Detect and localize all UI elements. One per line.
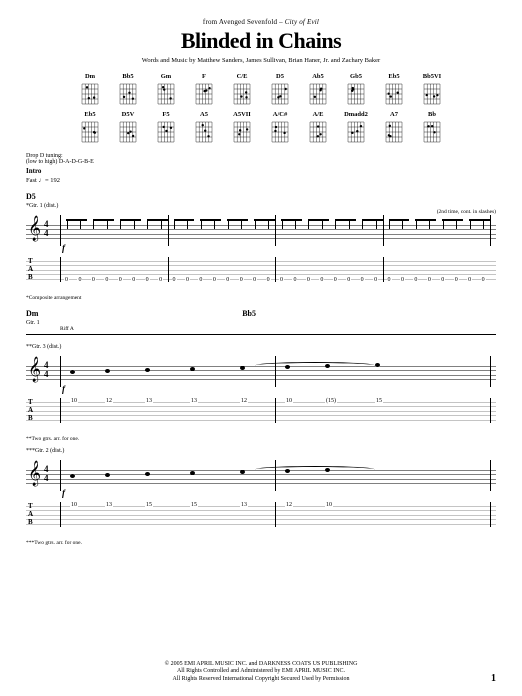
chord-diagram: Dm — [76, 73, 104, 107]
performance-note: (2nd time, cont. in slashes) — [437, 209, 496, 215]
tuning-info: Drop D tuning: (low to high) D-A-D-G-B-E — [26, 153, 496, 165]
notation-staff-2: 𝄞 44 f — [26, 352, 496, 392]
tablature-2: TAB 101213131210(15)15 — [26, 394, 496, 428]
chord-diagram: D5 — [266, 73, 294, 107]
gtr1-label: Gtr. 1 — [26, 320, 496, 326]
dynamic-marking: f — [62, 243, 65, 253]
chord-diagram: A5 — [190, 111, 218, 145]
time-signature: 44 — [44, 361, 49, 379]
copyright: © 2005 EMI APRIL MUSIC INC. and DARKNESS… — [0, 661, 522, 684]
chord-diagram: F — [190, 73, 218, 107]
chord-diagram: Bb5 — [114, 73, 142, 107]
chord-diagram: Bb5VI — [418, 73, 446, 107]
chord-diagram: Eb5 — [380, 73, 408, 107]
sheet-music-page: from Avenged Sevenfold – City of Evil Bl… — [0, 0, 522, 696]
tablature: TAB 00000000000000000000000000000000 — [26, 253, 496, 287]
chord-diagram: Bb — [418, 111, 446, 145]
tab-label: TAB — [28, 399, 33, 422]
chord-diagram: Eb5 — [76, 111, 104, 145]
riff-label: Riff A — [60, 326, 74, 332]
page-number: 1 — [491, 673, 496, 684]
chord-diagram: Gb5 — [342, 73, 370, 107]
footnote-3: ***Two gtrs. arr. for one. — [26, 540, 496, 546]
chord-labels-2: Dm Bb5 — [26, 309, 496, 318]
treble-clef-icon: 𝄞 — [28, 460, 41, 486]
system-1: *Gtr. 1 (dist.) 𝄞 44 f (2nd time, cont. … — [26, 203, 496, 301]
footnote: *Composite arrangement — [26, 295, 496, 301]
chord-diagram: A7 — [380, 111, 408, 145]
credits: Words and Music by Matthew Sanders, Jame… — [26, 57, 496, 65]
chord-diagram: Gm — [152, 73, 180, 107]
chord-diagram: C/E — [228, 73, 256, 107]
time-signature: 44 — [44, 465, 49, 483]
gtr2-label: ***Gtr. 2 (dist.) — [26, 448, 496, 454]
chord-diagram: F5 — [152, 111, 180, 145]
header: from Avenged Sevenfold – City of Evil Bl… — [26, 18, 496, 65]
treble-clef-icon: 𝄞 — [28, 215, 41, 241]
tab-label: TAB — [28, 258, 33, 281]
footnote-2: **Two gtrs. arr. for one. — [26, 436, 496, 442]
notation-staff: 𝄞 44 f (2nd time, cont. in slashes) — [26, 211, 496, 251]
chord-diagram: Ab5 — [304, 73, 332, 107]
system-2b: ***Gtr. 2 (dist.) 𝄞 44 f TAB 10131515131… — [26, 448, 496, 546]
section-label: Intro — [26, 167, 496, 175]
chord-diagram: D5V — [114, 111, 142, 145]
tab-label: TAB — [28, 503, 33, 526]
notation-staff-3: 𝄞 44 f — [26, 456, 496, 496]
system-2a: Gtr. 1 Riff A **Gtr. 3 (dist.) 𝄞 44 f TA… — [26, 320, 496, 442]
chord-diagram: Dmadd2 — [342, 111, 370, 145]
song-title: Blinded in Chains — [26, 28, 496, 54]
chord-diagram: A/C# — [266, 111, 294, 145]
gtr3-label: **Gtr. 3 (dist.) — [26, 344, 496, 350]
time-signature: 44 — [44, 220, 49, 238]
rhythm-staff: Riff A — [26, 328, 496, 342]
chord-diagram: A/E — [304, 111, 332, 145]
tempo-marking: Fast ♩= 192 — [26, 177, 496, 184]
chord-label: D5 — [26, 192, 496, 201]
chord-diagram: A5VII — [228, 111, 256, 145]
treble-clef-icon: 𝄞 — [28, 356, 41, 382]
chord-diagrams: Dm Bb5 Gm F C/E D5 Ab5 Gb5 Eb5 Bb5VI Eb5 D5V F5 A5 A5V… — [26, 73, 496, 145]
source-line: from Avenged Sevenfold – City of Evil — [26, 18, 496, 26]
guitar-1-label: *Gtr. 1 (dist.) — [26, 203, 496, 209]
tablature-3: TAB 10131515131210 — [26, 498, 496, 532]
